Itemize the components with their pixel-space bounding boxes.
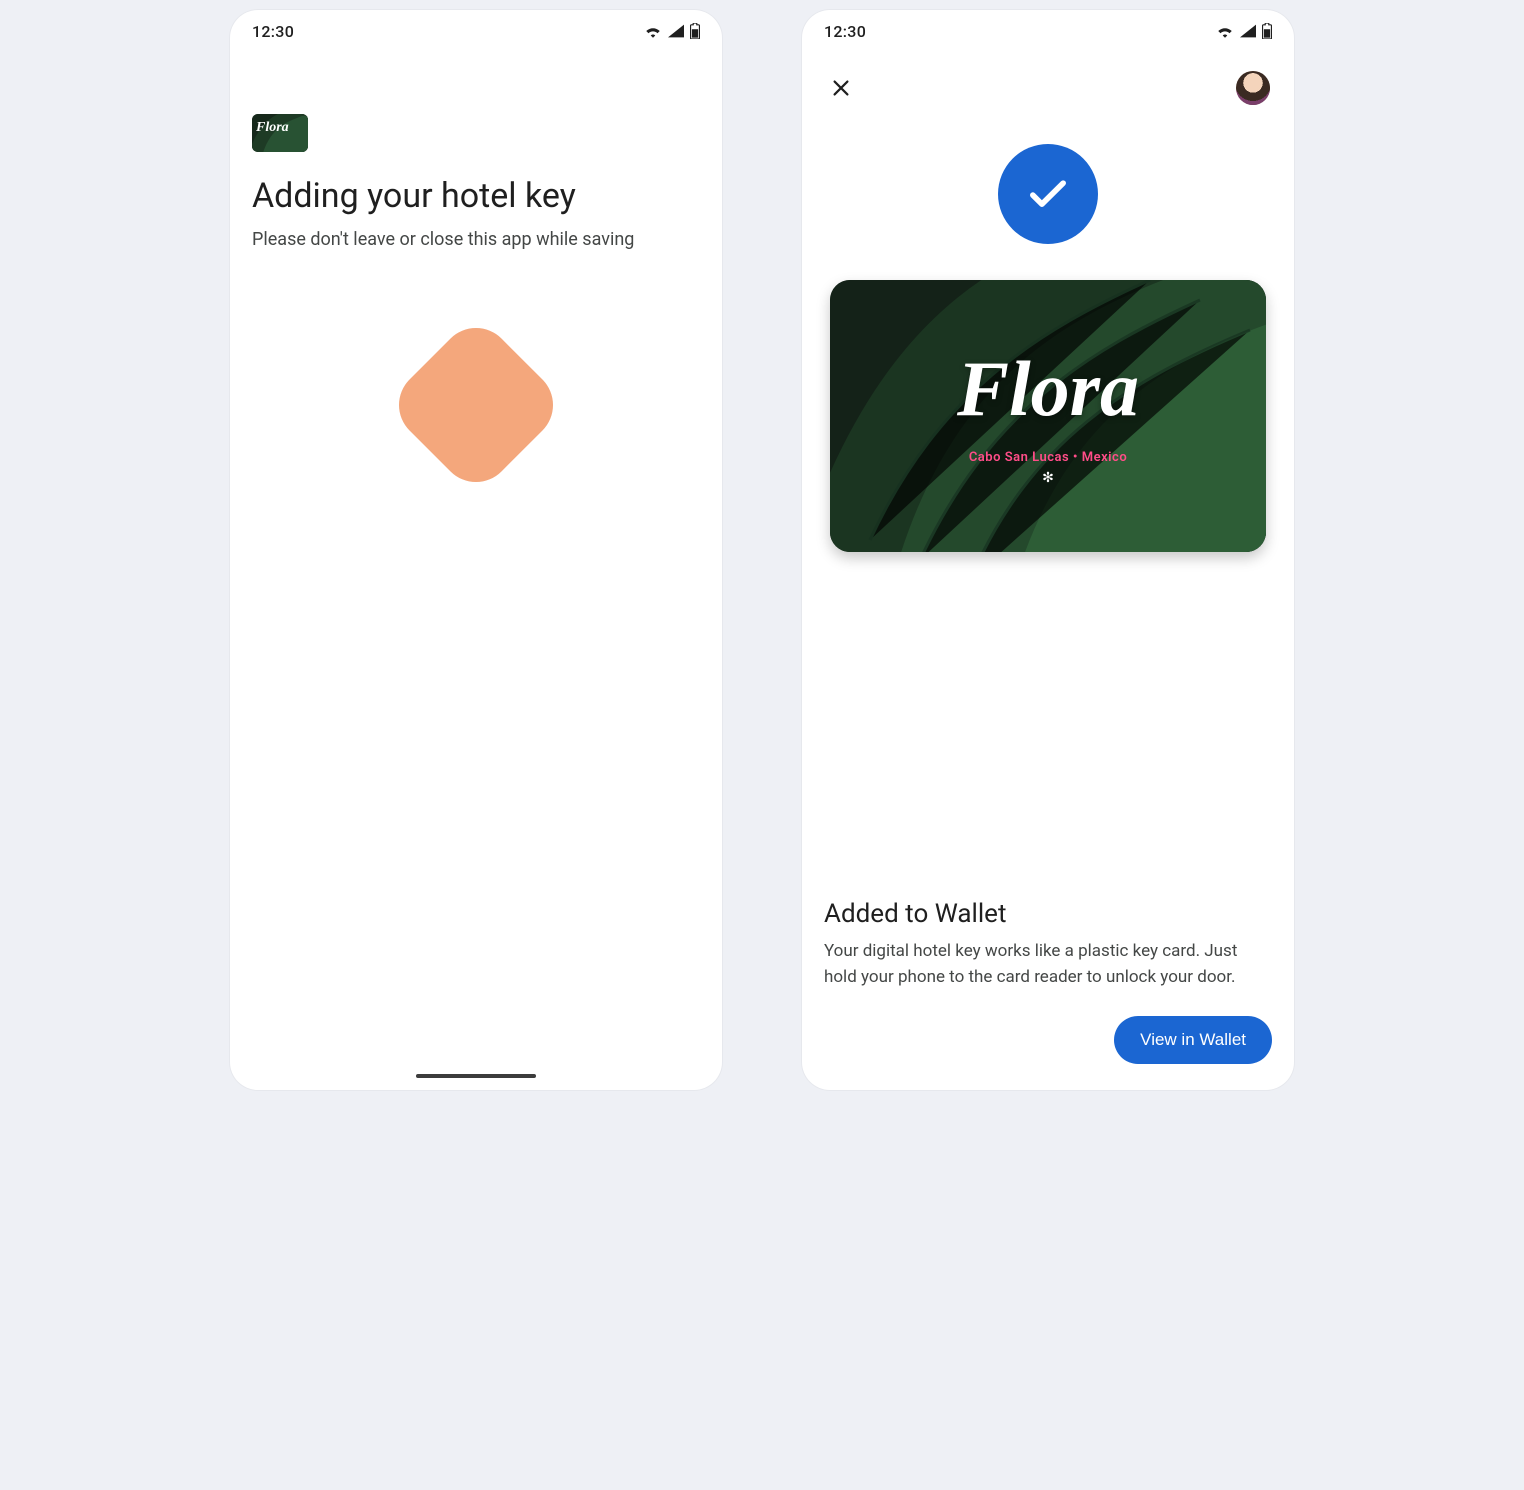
cell-signal-icon	[668, 24, 684, 38]
status-bar: 12:30	[230, 12, 722, 50]
wifi-icon	[644, 24, 662, 38]
status-time: 12:30	[824, 22, 866, 41]
checkmark-icon	[1022, 168, 1074, 220]
sparkle-icon: ✻	[830, 470, 1266, 486]
status-icons	[1216, 23, 1272, 39]
cell-signal-icon	[1240, 24, 1256, 38]
status-bar: 12:30	[802, 12, 1294, 50]
card-location: Cabo San Lucas • Mexico	[830, 450, 1266, 465]
success-badge	[998, 144, 1098, 244]
hotel-key-card[interactable]: Flora Cabo San Lucas • Mexico ✻	[830, 280, 1266, 552]
phone-loading: 12:30 Flora Adding your hotel key	[230, 10, 722, 1090]
success-description: Your digital hotel key works like a plas…	[802, 939, 1294, 990]
close-icon	[830, 77, 852, 99]
loading-spinner	[384, 313, 568, 497]
phone-success: 12:30	[802, 10, 1294, 1090]
wifi-icon	[1216, 24, 1234, 38]
view-in-wallet-button[interactable]: View in Wallet	[1114, 1016, 1272, 1064]
close-button[interactable]	[824, 71, 858, 105]
avatar-image	[1236, 71, 1270, 105]
brand-logo-text: Flora	[830, 350, 1266, 428]
page-title: Adding your hotel key	[252, 176, 700, 217]
battery-icon	[1262, 23, 1272, 39]
hotel-card-thumbnail: Flora	[252, 114, 308, 152]
status-icons	[644, 23, 700, 39]
page-subtitle: Please don't leave or close this app whi…	[252, 229, 700, 250]
battery-icon	[690, 23, 700, 39]
success-title: Added to Wallet	[802, 899, 1294, 929]
status-time: 12:30	[252, 22, 294, 41]
home-indicator[interactable]	[416, 1074, 536, 1078]
top-bar	[802, 66, 1294, 110]
brand-logo-text: Flora	[256, 120, 289, 136]
profile-avatar[interactable]	[1234, 69, 1272, 107]
